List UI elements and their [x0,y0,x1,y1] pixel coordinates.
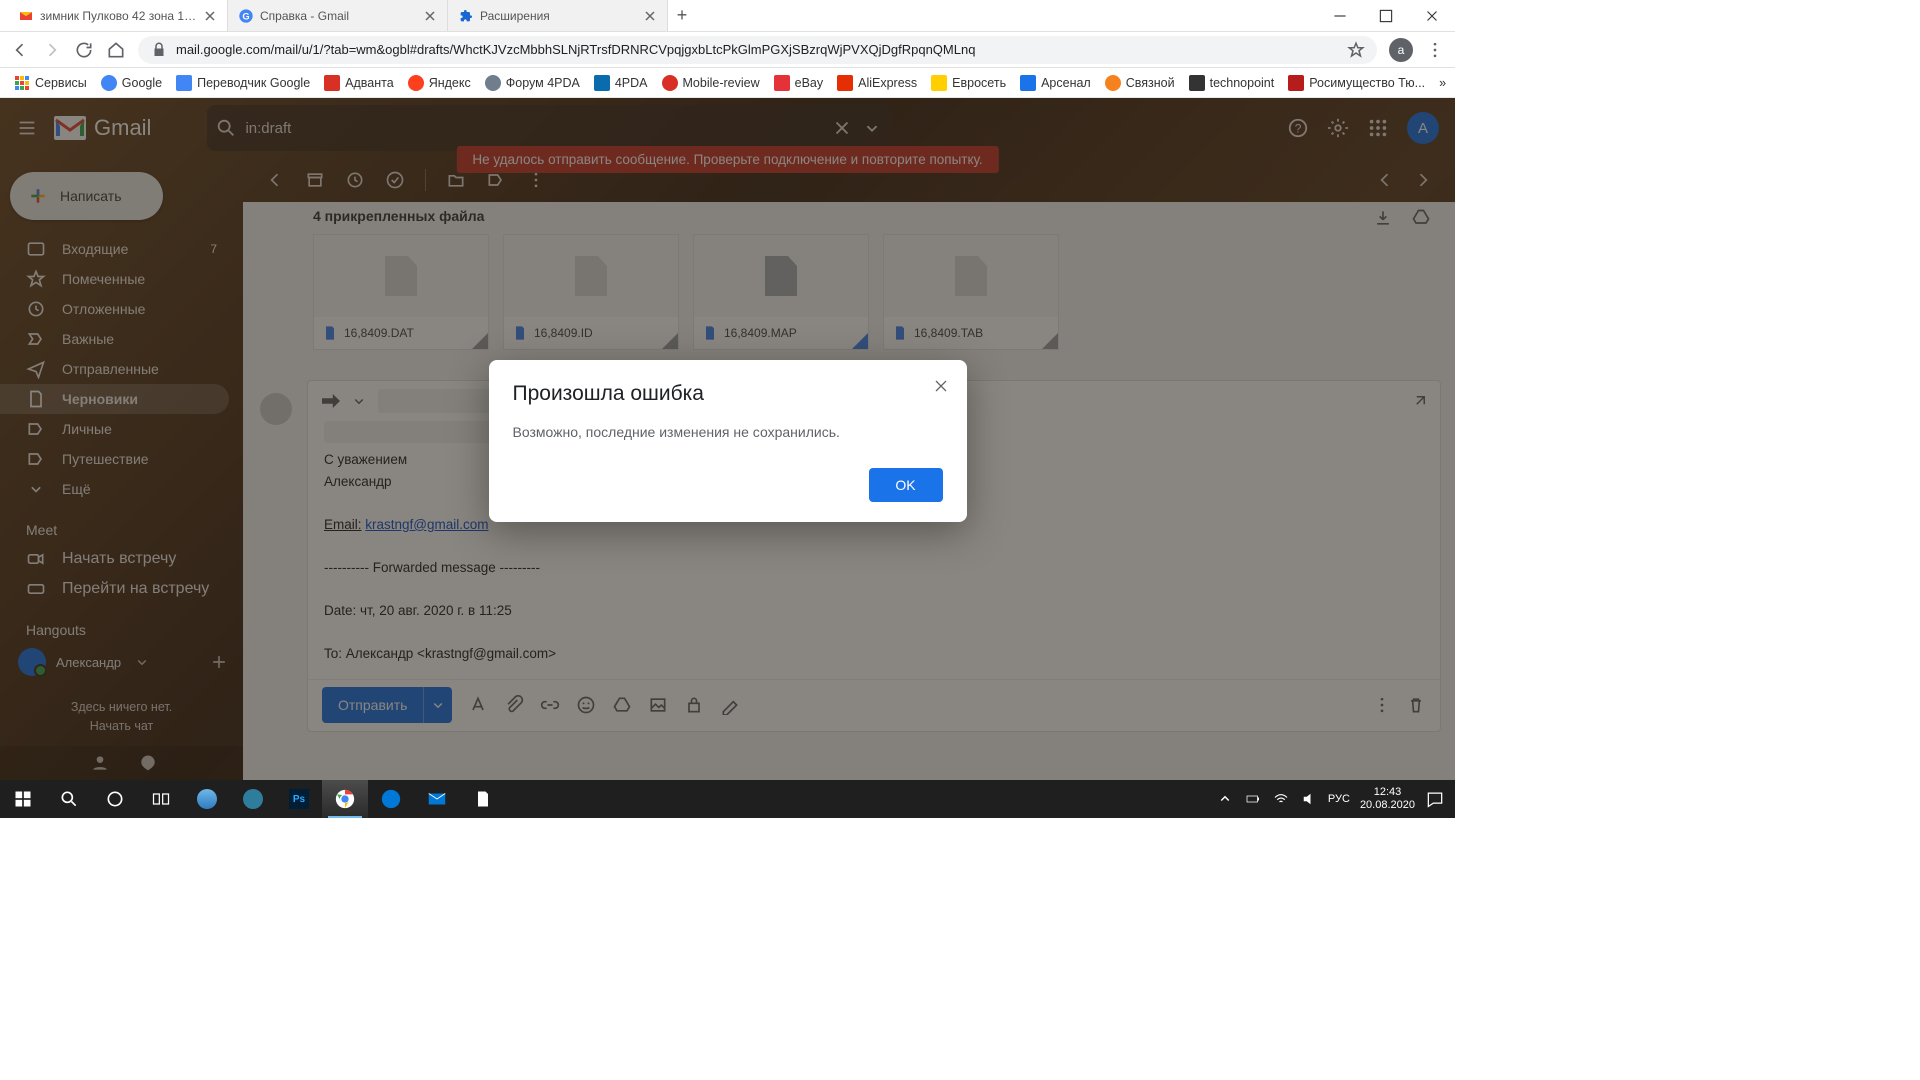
bookmark-label: Сервисы [35,76,87,90]
tab-title: Справка - Gmail [260,9,417,23]
tab-3[interactable]: Расширения [448,0,668,31]
favicon-icon [1288,75,1304,91]
cortana-button[interactable] [92,780,138,818]
url-text: mail.google.com/mail/u/1/?tab=wm&ogbl#dr… [176,42,975,57]
favicon-icon [324,75,340,91]
favicon-icon [837,75,853,91]
apps-icon [14,75,30,91]
bookmark-item[interactable]: Росимущество Тю... [1288,75,1425,91]
chrome-menu-button[interactable] [1425,40,1445,60]
window-titlebar: зимник Пулково 42 зона 13 - kr G Справка… [0,0,1455,32]
taskview-button[interactable] [138,780,184,818]
bookmark-apps[interactable]: Сервисы [14,75,87,91]
favicon-icon [176,75,192,91]
tab-title: зимник Пулково 42 зона 13 - kr [40,9,197,23]
omnibox[interactable]: mail.google.com/mail/u/1/?tab=wm&ogbl#dr… [138,36,1377,64]
taskbar-file[interactable] [460,780,506,818]
taskbar-app-1[interactable] [184,780,230,818]
search-button[interactable] [46,780,92,818]
close-icon[interactable] [931,376,951,396]
puzzle-favicon-icon [458,8,474,24]
taskbar-photoshop[interactable]: Ps [276,780,322,818]
google-favicon-icon: G [238,8,254,24]
bookmark-item[interactable]: Связной [1105,75,1175,91]
gmail-favicon-icon [18,8,34,24]
start-button[interactable] [0,780,46,818]
star-icon[interactable] [1347,41,1365,59]
maximize-button[interactable] [1363,0,1409,31]
bookmark-item[interactable]: Адванта [324,75,394,91]
bookmark-item[interactable]: eBay [774,75,824,91]
favicon-icon [1105,75,1121,91]
tab-1[interactable]: зимник Пулково 42 зона 13 - kr [8,0,228,31]
chrome-icon [334,788,356,810]
bookmark-item[interactable]: Google [101,75,162,91]
close-icon[interactable] [643,9,657,23]
system-tray: РУС 12:43 20.08.2020 [1216,786,1455,812]
favicon-icon [408,75,424,91]
minimize-button[interactable] [1317,0,1363,31]
gmail-app: Gmail ? A Не удалось отправить сообщение… [0,98,1455,780]
window-controls [1317,0,1455,31]
tray-expand-icon[interactable] [1216,790,1234,808]
forward-button[interactable] [42,40,62,60]
dialog-body: Возможно, последние изменения не сохрани… [513,424,943,440]
battery-icon[interactable] [1244,790,1262,808]
wifi-icon[interactable] [1272,790,1290,808]
favicon-icon [1189,75,1205,91]
home-button[interactable] [106,40,126,60]
windows-taskbar: Ps РУС 12:43 20.08.2020 [0,780,1455,818]
taskbar-edge[interactable] [368,780,414,818]
back-button[interactable] [10,40,30,60]
mail-icon [426,788,448,810]
bookmarks-bar: Сервисы Google Переводчик Google Адванта… [0,68,1455,98]
edge-icon [380,788,402,810]
bookmark-item[interactable]: Арсенал [1020,75,1091,91]
favicon-icon [101,75,117,91]
reload-button[interactable] [74,40,94,60]
favicon-icon [774,75,790,91]
taskbar-chrome[interactable] [322,780,368,818]
close-icon[interactable] [203,9,217,23]
bookmark-item[interactable]: technopoint [1189,75,1275,91]
language-indicator[interactable]: РУС [1328,793,1350,805]
bookmarks-overflow-icon[interactable]: » [1439,76,1446,90]
lock-icon [150,41,168,59]
close-icon[interactable] [423,9,437,23]
bookmark-item[interactable]: Евросеть [931,75,1006,91]
bookmark-item[interactable]: AliExpress [837,75,917,91]
notifications-icon[interactable] [1425,789,1445,809]
tab-2[interactable]: G Справка - Gmail [228,0,448,31]
volume-icon[interactable] [1300,790,1318,808]
svg-text:G: G [242,11,249,21]
favicon-icon [662,75,678,91]
photoshop-icon: Ps [289,789,309,809]
bookmark-item[interactable]: Яндекс [408,75,471,91]
file-icon [473,789,493,809]
favicon-icon [1020,75,1036,91]
close-button[interactable] [1409,0,1455,31]
favicon-icon [594,75,610,91]
bookmark-item[interactable]: Форум 4PDA [485,75,580,91]
tab-strip: зимник Пулково 42 зона 13 - kr G Справка… [0,0,1317,31]
favicon-icon [931,75,947,91]
app-icon [243,789,263,809]
favicon-icon [485,75,501,91]
bookmark-item[interactable]: Mobile-review [662,75,760,91]
modal-overlay[interactable]: Произошла ошибка Возможно, последние изм… [0,98,1455,780]
taskbar-app-2[interactable] [230,780,276,818]
bookmark-item[interactable]: 4PDA [594,75,648,91]
clock[interactable]: 12:43 20.08.2020 [1360,786,1415,812]
ok-button[interactable]: OK [869,468,943,502]
bookmark-item[interactable]: Переводчик Google [176,75,310,91]
address-bar: mail.google.com/mail/u/1/?tab=wm&ogbl#dr… [0,32,1455,68]
app-icon [197,789,217,809]
tab-title: Расширения [480,9,637,23]
profile-avatar[interactable]: a [1389,38,1413,62]
taskbar-mail[interactable] [414,780,460,818]
new-tab-button[interactable]: + [668,0,696,31]
dialog-title: Произошла ошибка [513,382,943,406]
error-dialog: Произошла ошибка Возможно, последние изм… [489,360,967,522]
